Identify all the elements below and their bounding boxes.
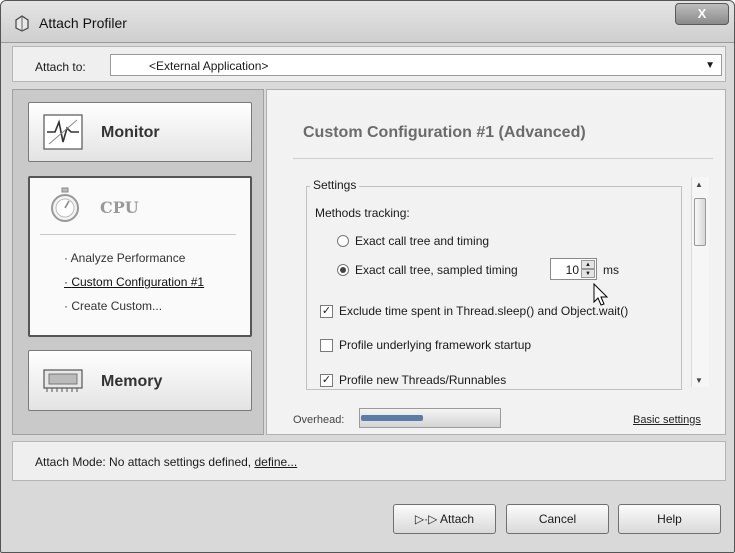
scroll-down-icon[interactable]: ▼ (695, 376, 703, 385)
attach-to-dropdown[interactable]: <External Application> ▼ (110, 54, 722, 76)
radio-sampled-timing-label: Exact call tree, sampled timing (355, 263, 518, 277)
checkbox-new-threads-label: Profile new Threads/Runnables (339, 373, 507, 387)
title-bar: Attach Profiler X (1, 1, 734, 43)
monitor-card[interactable]: Monitor (28, 102, 252, 162)
memory-card[interactable]: Memory (28, 350, 252, 411)
monitor-label: Monitor (101, 124, 160, 141)
scrollbar-thumb[interactable] (694, 198, 706, 246)
stopwatch-icon (51, 187, 79, 222)
config-title: Custom Configuration #1 (Advanced) (303, 124, 586, 141)
spinner-down-icon[interactable]: ▼ (581, 269, 595, 278)
window-title: Attach Profiler (39, 15, 127, 31)
attach-to-label: Attach to: (35, 60, 86, 74)
overhead-label: Overhead: (293, 414, 345, 426)
overhead-meter (359, 408, 501, 428)
sample-unit: ms (603, 263, 619, 277)
cpu-label: CPU (100, 198, 139, 217)
cpu-item-analyze-performance[interactable]: · Analyze Performance (64, 251, 185, 265)
config-title-divider (293, 158, 713, 159)
spinner-up-icon[interactable]: ▲ (581, 260, 595, 269)
checkbox-exclude-sleep[interactable]: ✓ (320, 305, 333, 318)
checkbox-new-threads[interactable]: ✓ (320, 374, 333, 387)
cpu-card[interactable]: CPU · Analyze Performance · Custom Confi… (28, 176, 252, 337)
cancel-button[interactable]: Cancel (506, 504, 609, 534)
memory-chip-icon (43, 369, 83, 392)
radio-exact-call-tree[interactable] (337, 235, 349, 247)
attach-profiler-window: Attach Profiler X Attach to: <External A… (0, 0, 735, 553)
cpu-divider (40, 234, 236, 235)
monitor-icon (43, 114, 83, 150)
overhead-meter-fill (361, 415, 423, 421)
sample-interval-value[interactable]: 10 (555, 263, 579, 277)
checkbox-exclude-sleep-label: Exclude time spent in Thread.sleep() and… (339, 304, 629, 318)
attach-mode-row: Attach Mode: No attach settings defined,… (12, 441, 726, 481)
methods-tracking-label: Methods tracking: (315, 206, 410, 220)
chevron-down-icon[interactable]: ▼ (705, 60, 715, 71)
radio-exact-call-tree-label: Exact call tree and timing (355, 234, 490, 248)
configuration-panel: Custom Configuration #1 (Advanced) Setti… (266, 89, 726, 435)
attach-button[interactable]: ▷·▷ Attach (393, 504, 496, 534)
profiling-mode-sidebar: Monitor CPU · Analyze Performance · Cust… (12, 89, 264, 435)
checkbox-framework-startup[interactable] (320, 339, 333, 352)
scroll-up-icon[interactable]: ▲ (695, 180, 703, 189)
cpu-item-custom-configuration[interactable]: · Custom Configuration #1 (64, 275, 204, 289)
mouse-cursor-icon (593, 283, 609, 306)
help-button[interactable]: Help (618, 504, 721, 534)
app-icon (15, 15, 29, 32)
define-link[interactable]: define... (254, 455, 297, 469)
sample-interval-spinner[interactable]: 10 ▲ ▼ (550, 258, 597, 280)
attach-to-value: <External Application> (149, 59, 269, 73)
memory-label: Memory (101, 373, 163, 390)
cpu-item-create-custom[interactable]: · Create Custom... (64, 299, 162, 313)
basic-settings-link[interactable]: Basic settings (633, 414, 701, 426)
attach-to-row: Attach to: <External Application> ▼ (12, 46, 726, 82)
settings-legend: Settings (310, 178, 360, 192)
close-button[interactable]: X (675, 3, 729, 25)
radio-sampled-timing[interactable] (337, 264, 349, 276)
checkbox-framework-startup-label: Profile underlying framework startup (339, 338, 532, 352)
attach-mode-text: Attach Mode: No attach settings defined,… (35, 455, 298, 469)
